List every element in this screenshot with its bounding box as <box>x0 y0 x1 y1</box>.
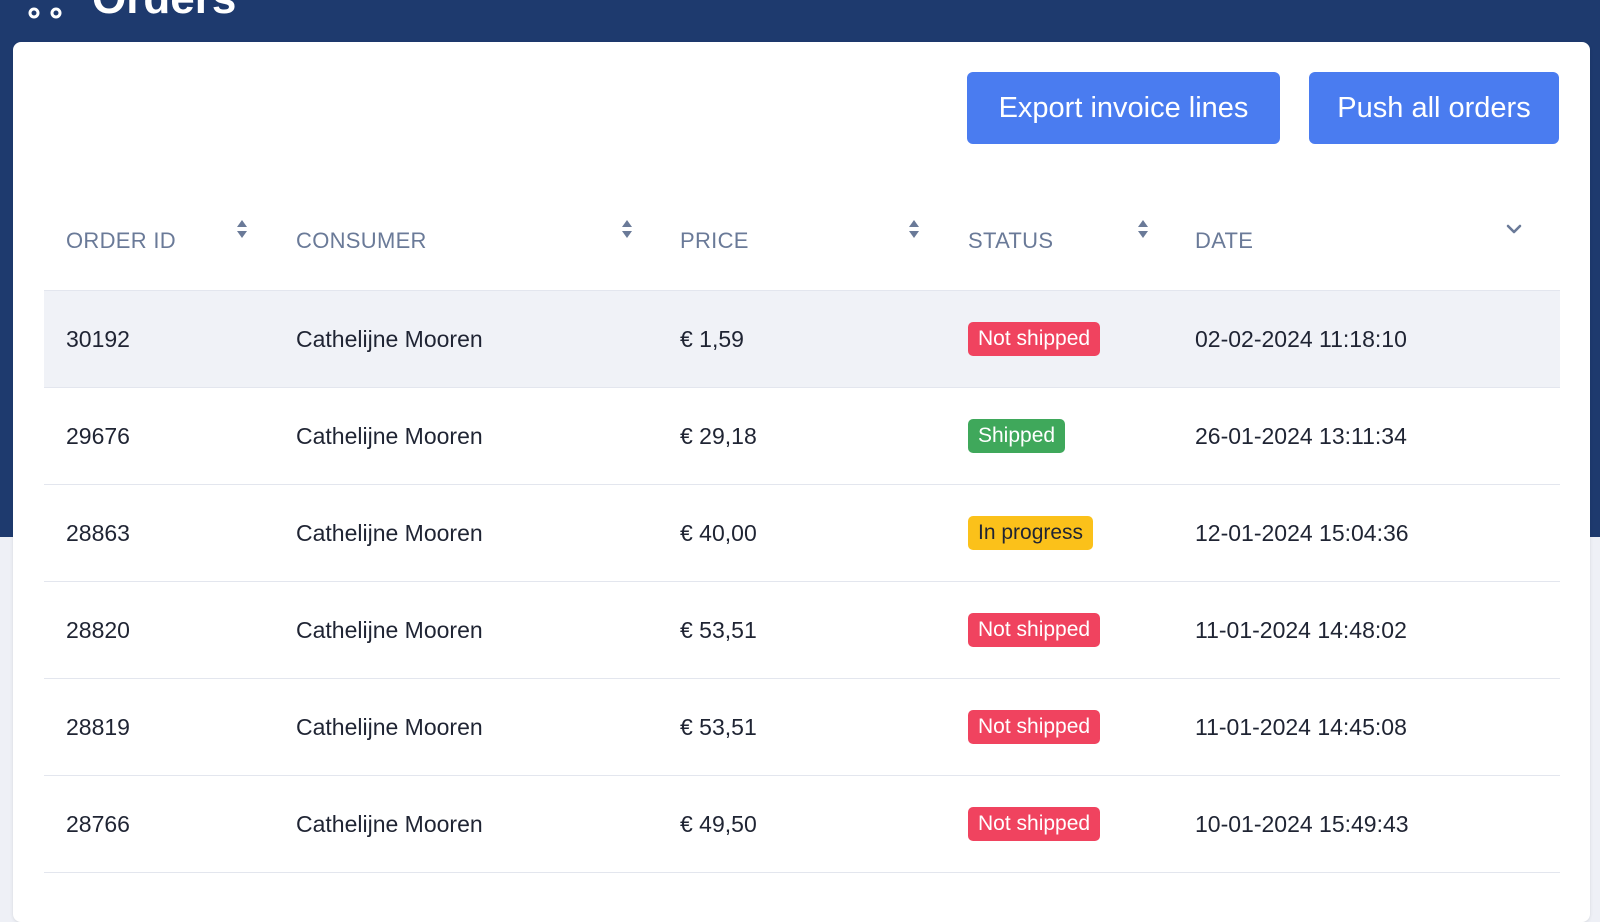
sort-icon[interactable] <box>908 218 920 240</box>
page-header: Orders <box>22 0 236 24</box>
consumer-cell: Cathelijne Mooren <box>296 325 483 352</box>
price-cell: € 40,00 <box>680 519 757 546</box>
table-row[interactable]: 28819 Cathelijne Mooren € 53,51 Not ship… <box>44 679 1560 776</box>
column-header-price[interactable]: PRICE <box>680 192 749 290</box>
date-cell: 26-01-2024 13:11:34 <box>1195 422 1407 449</box>
orders-card: Export invoice lines Push all orders ORD… <box>13 42 1590 922</box>
consumer-cell: Cathelijne Mooren <box>296 519 483 546</box>
status-cell: Not shipped <box>968 776 1101 872</box>
table-header: ORDER ID CONSUMER PRICE STATUS DATE <box>44 192 1560 291</box>
price-cell: € 53,51 <box>680 713 757 740</box>
table-row[interactable]: 28766 Cathelijne Mooren € 49,50 Not ship… <box>44 776 1560 873</box>
cart-icon <box>28 7 62 19</box>
export-invoice-lines-button[interactable]: Export invoice lines <box>967 72 1280 144</box>
order-id-cell: 28819 <box>66 713 130 740</box>
table-row[interactable]: 28863 Cathelijne Mooren € 40,00 In progr… <box>44 485 1560 582</box>
consumer-cell: Cathelijne Mooren <box>296 422 483 449</box>
push-all-orders-button[interactable]: Push all orders <box>1309 72 1559 144</box>
price-cell: € 1,59 <box>680 325 744 352</box>
column-header-status[interactable]: STATUS <box>968 192 1053 290</box>
order-id-cell: 30192 <box>66 325 130 352</box>
order-id-cell: 28766 <box>66 810 130 837</box>
date-cell: 02-02-2024 11:18:10 <box>1195 325 1407 352</box>
orders-table: ORDER ID CONSUMER PRICE STATUS DATE 3019… <box>44 192 1560 873</box>
order-id-cell: 29676 <box>66 422 130 449</box>
table-row[interactable]: 28820 Cathelijne Mooren € 53,51 Not ship… <box>44 582 1560 679</box>
status-badge: Not shipped <box>968 322 1101 356</box>
status-cell: Not shipped <box>968 291 1101 387</box>
sort-icon[interactable] <box>621 218 633 240</box>
status-badge: Not shipped <box>968 613 1101 647</box>
order-id-cell: 28820 <box>66 616 130 643</box>
column-header-date[interactable]: DATE <box>1195 192 1253 290</box>
date-cell: 10-01-2024 15:49:43 <box>1195 810 1409 837</box>
date-cell: 11-01-2024 14:48:02 <box>1195 616 1407 643</box>
status-badge: Not shipped <box>968 710 1101 744</box>
table-row[interactable]: 30192 Cathelijne Mooren € 1,59 Not shipp… <box>44 291 1560 388</box>
status-badge: Shipped <box>968 419 1066 453</box>
sort-icon[interactable] <box>236 218 248 240</box>
date-cell: 12-01-2024 15:04:36 <box>1195 519 1409 546</box>
status-cell: Shipped <box>968 388 1066 484</box>
consumer-cell: Cathelijne Mooren <box>296 713 483 740</box>
status-cell: Not shipped <box>968 582 1101 678</box>
consumer-cell: Cathelijne Mooren <box>296 810 483 837</box>
date-cell: 11-01-2024 14:45:08 <box>1195 713 1407 740</box>
page-title: Orders <box>92 0 236 24</box>
status-badge: Not shipped <box>968 807 1101 841</box>
price-cell: € 49,50 <box>680 810 757 837</box>
price-cell: € 29,18 <box>680 422 757 449</box>
sort-icon[interactable] <box>1137 218 1149 240</box>
status-badge: In progress <box>968 516 1094 550</box>
table-row[interactable]: 29676 Cathelijne Mooren € 29,18 Shipped … <box>44 388 1560 485</box>
column-header-consumer[interactable]: CONSUMER <box>296 192 427 290</box>
column-header-order-id[interactable]: ORDER ID <box>66 192 176 290</box>
status-cell: In progress <box>968 485 1094 581</box>
price-cell: € 53,51 <box>680 616 757 643</box>
status-cell: Not shipped <box>968 679 1101 775</box>
chevron-down-icon[interactable] <box>1506 218 1522 240</box>
consumer-cell: Cathelijne Mooren <box>296 616 483 643</box>
order-id-cell: 28863 <box>66 519 130 546</box>
